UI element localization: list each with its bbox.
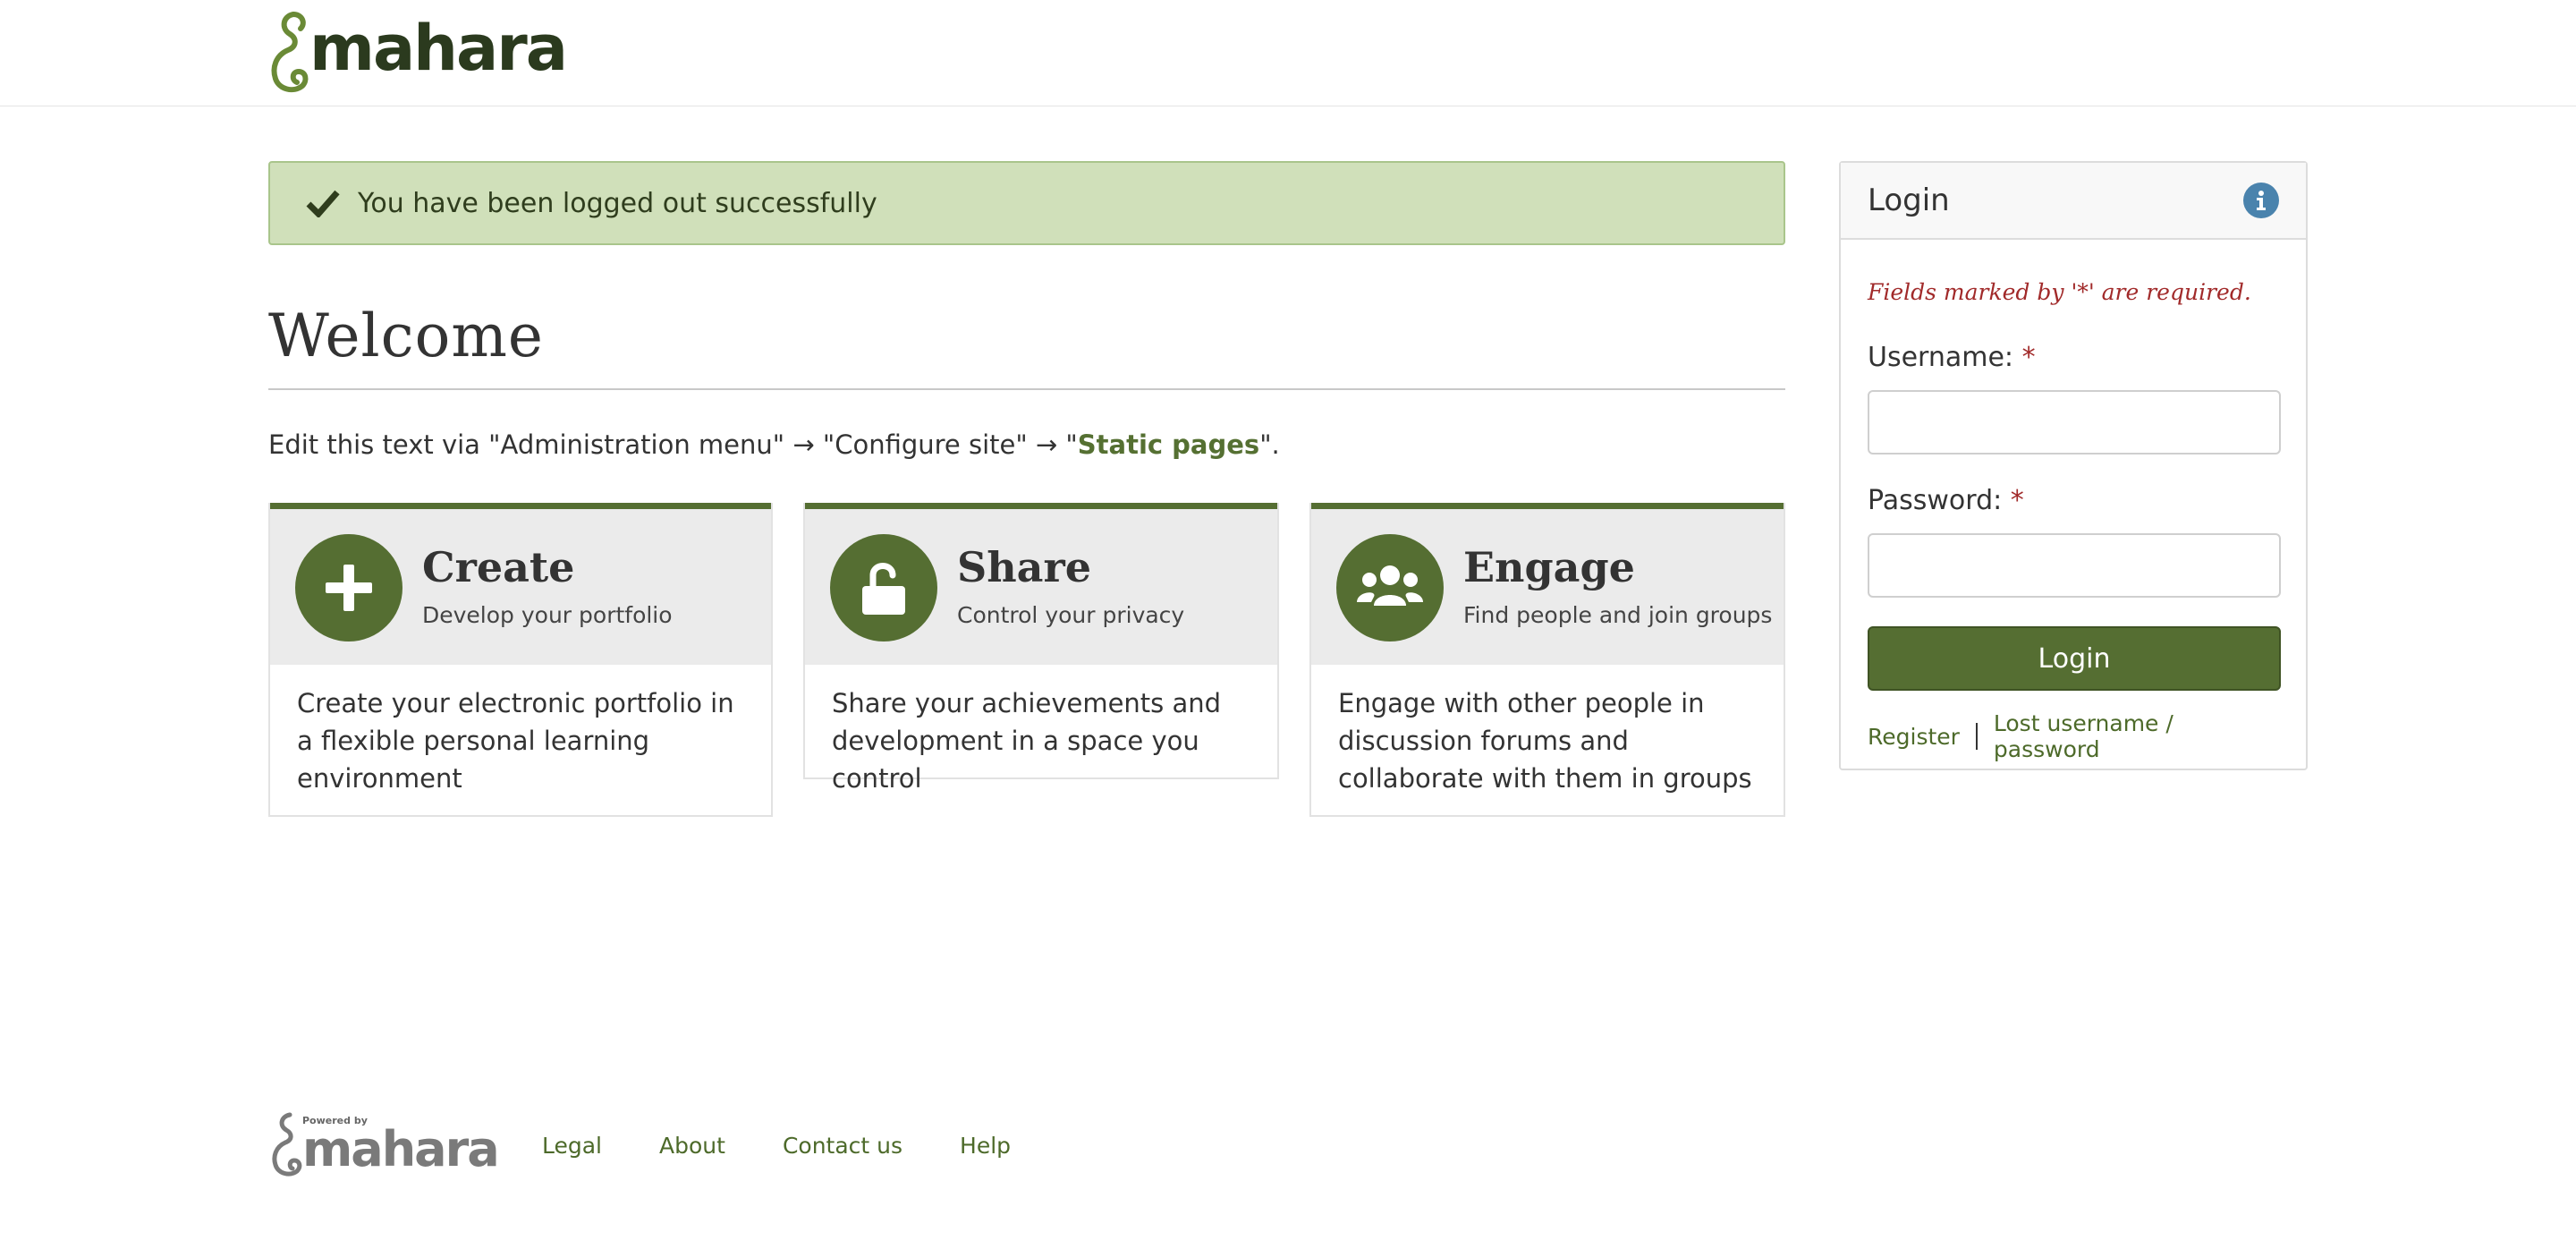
create-card: Create Develop your portfolio Create you… [268, 503, 773, 817]
unlock-icon [862, 563, 905, 615]
feature-cards: Create Develop your portfolio Create you… [268, 503, 1785, 825]
card-title: Engage [1463, 543, 1635, 591]
login-panel-header: Login [1841, 163, 2306, 240]
site-footer: Powered by mahara Legal About Contact us… [268, 1109, 1068, 1181]
card-body: Share your achievements and development … [832, 688, 1222, 794]
footer-link-about[interactable]: About [659, 1133, 725, 1159]
info-glyph [2257, 191, 2266, 210]
username-input[interactable] [1868, 390, 2281, 455]
card-body: Create your electronic portfolio in a fl… [297, 688, 734, 794]
register-link[interactable]: Register [1868, 724, 1960, 750]
check-icon [306, 190, 340, 217]
card-title: Share [957, 543, 1091, 591]
koru-logo-icon [271, 12, 309, 93]
card-icon-circle [1336, 534, 1444, 641]
login-links: Register Lost username / password [1868, 710, 2279, 762]
card-title: Create [422, 543, 575, 591]
required-marker: * [2021, 342, 2036, 373]
footer-link-help[interactable]: Help [960, 1133, 1011, 1159]
link-separator [1975, 723, 1978, 750]
site-header: mahara [0, 0, 2576, 106]
info-icon[interactable] [2243, 183, 2279, 218]
koru-logo-icon [272, 1112, 302, 1177]
page-title: Welcome [268, 302, 544, 370]
card-subtitle: Control your privacy [957, 602, 1185, 628]
alert-message: You have been logged out successfully [358, 187, 877, 219]
password-label: Password: * [1868, 485, 2279, 521]
title-divider [268, 388, 1785, 390]
footer-logo-text: mahara [302, 1121, 500, 1177]
card-header: Share Control your privacy [805, 503, 1277, 665]
powered-by-mahara-logo[interactable]: Powered by mahara [268, 1111, 500, 1179]
username-label-text: Username: [1868, 342, 2014, 373]
card-body: Engage with other people in discussion f… [1338, 688, 1752, 794]
intro-suffix: ". [1259, 429, 1280, 460]
login-form: Fields marked by '*' are required. Usern… [1841, 240, 2306, 762]
card-subtitle: Develop your portfolio [422, 602, 673, 628]
intro-prefix: Edit this text via "Administration menu"… [268, 429, 1078, 460]
password-label-text: Password: [1868, 485, 2003, 516]
footer-links: Legal About Contact us Help [542, 1133, 1068, 1159]
card-subtitle: Find people and join groups [1463, 602, 1773, 628]
login-title: Login [1868, 183, 1950, 218]
lost-credentials-link[interactable]: Lost username / password [1994, 710, 2279, 762]
card-header: Engage Find people and join groups [1311, 503, 1784, 665]
success-alert: You have been logged out successfully [268, 161, 1785, 245]
card-icon-circle [830, 534, 937, 641]
main-content: You have been logged out successfully We… [268, 161, 1785, 825]
card-header: Create Develop your portfolio [270, 503, 771, 665]
share-card: Share Control your privacy Share your ac… [803, 503, 1279, 794]
card-icon-circle [295, 534, 402, 641]
static-pages-link[interactable]: Static pages [1078, 429, 1259, 460]
required-marker: * [2010, 485, 2024, 516]
plus-icon [326, 565, 372, 611]
logo-text: mahara [309, 12, 568, 85]
users-icon [1357, 565, 1423, 606]
footer-link-contact[interactable]: Contact us [783, 1133, 902, 1159]
required-fields-note: Fields marked by '*' are required. [1868, 279, 2251, 305]
password-input[interactable] [1868, 533, 2281, 598]
username-label: Username: * [1868, 342, 2279, 378]
engage-card: Engage Find people and join groups Engag… [1309, 503, 1785, 817]
footer-link-legal[interactable]: Legal [542, 1133, 602, 1159]
site-logo[interactable]: mahara [267, 9, 568, 95]
intro-text: Edit this text via "Administration menu"… [268, 429, 1785, 460]
login-panel: Login Fields marked by '*' are required.… [1839, 161, 2308, 770]
login-button[interactable]: Login [1868, 626, 2281, 691]
